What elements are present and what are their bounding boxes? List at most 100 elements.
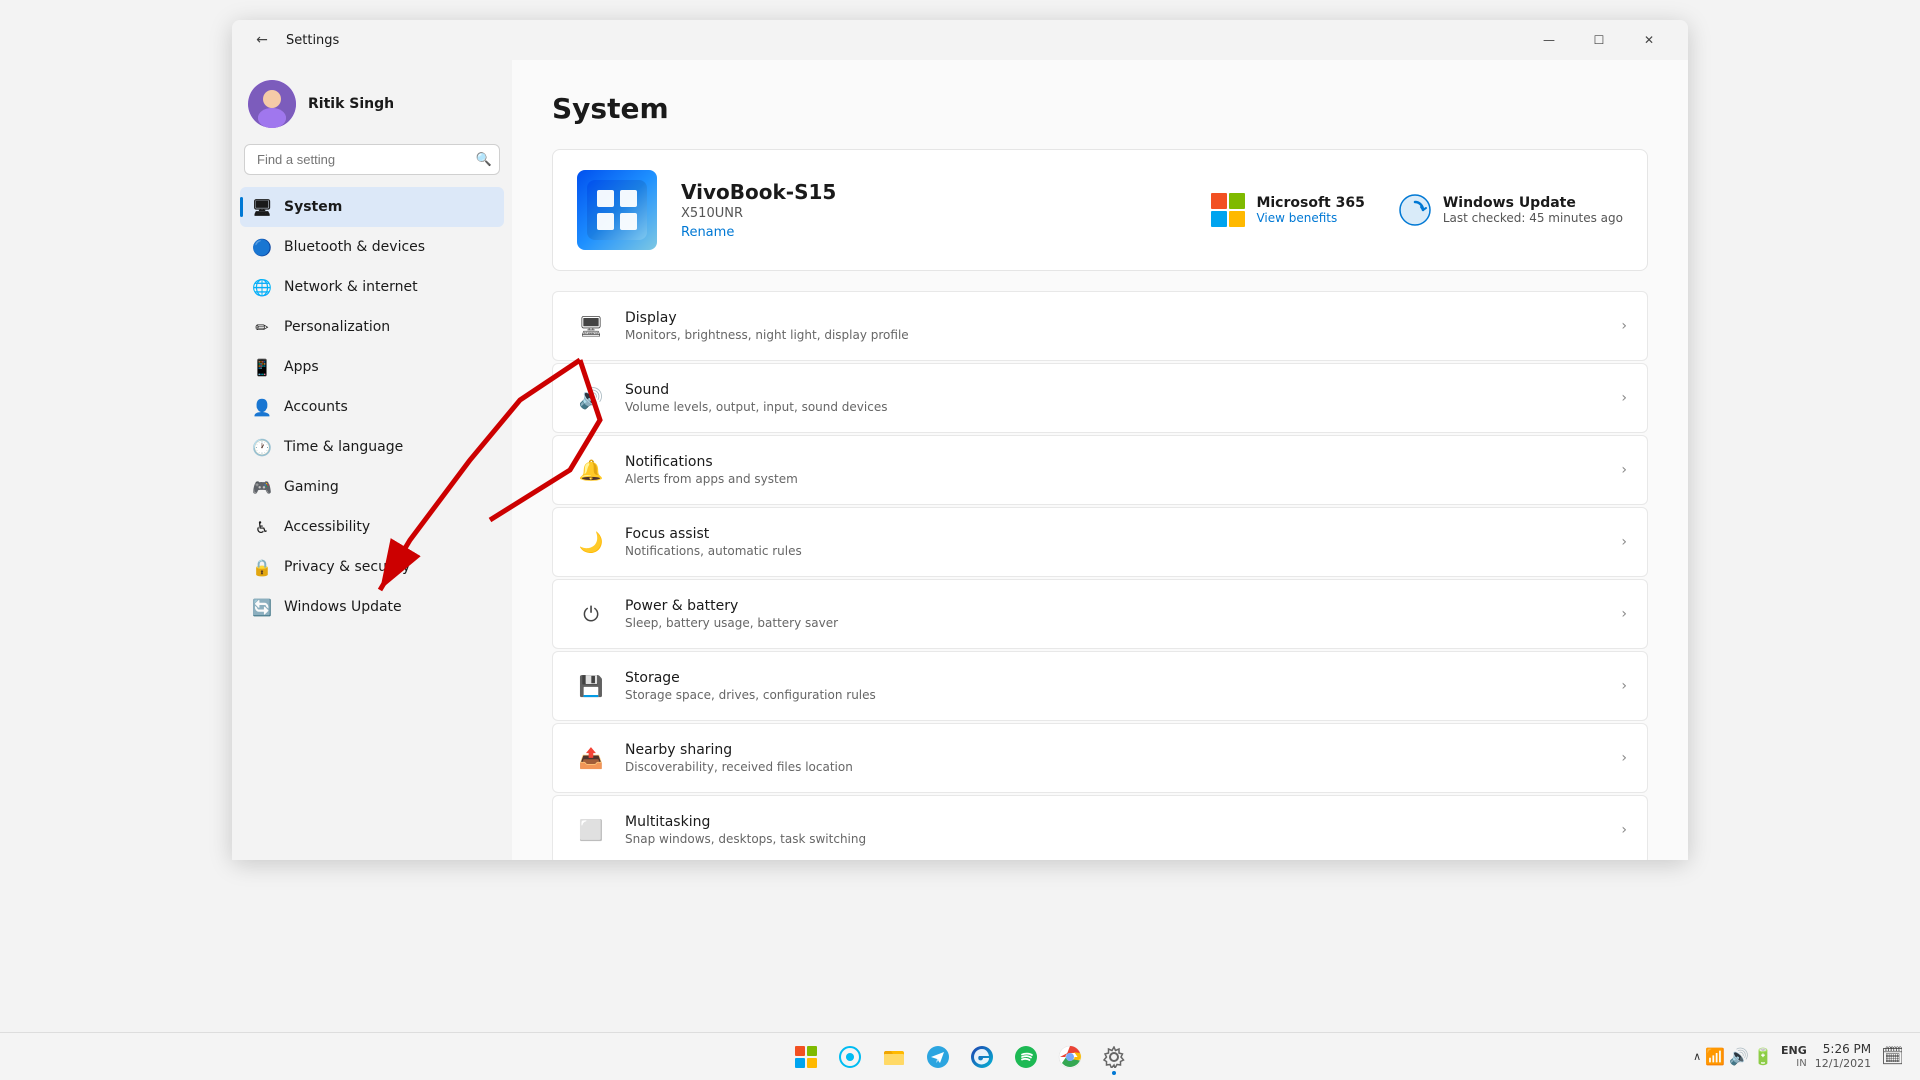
telegram-icon[interactable] [918, 1037, 958, 1077]
power-battery-text: Power & battery Sleep, battery usage, ba… [625, 598, 1605, 630]
device-logo [577, 170, 657, 250]
ms365-label: Microsoft 365 [1256, 195, 1364, 211]
sidebar-item-gaming[interactable]: 🎮 Gaming [240, 467, 504, 507]
language-indicator[interactable]: ENG [1781, 1044, 1807, 1057]
sound-icon: 🔊 [573, 380, 609, 416]
settings-item-focus-assist[interactable]: 🌙 Focus assist Notifications, automatic … [552, 507, 1648, 577]
storage-chevron: › [1621, 678, 1627, 694]
system-tray-icons: ∧ 📶 🔊 🔋 [1693, 1047, 1773, 1066]
title-bar: ← Settings — ☐ ✕ [232, 20, 1688, 60]
settings-item-power-battery[interactable]: ⏻ Power & battery Sleep, battery usage, … [552, 579, 1648, 649]
settings-item-storage[interactable]: 💾 Storage Storage space, drives, configu… [552, 651, 1648, 721]
rename-link[interactable]: Rename [681, 225, 734, 240]
apps-nav-icon: 📱 [252, 357, 272, 377]
start-button[interactable] [786, 1037, 826, 1077]
display-text: Display Monitors, brightness, night ligh… [625, 310, 1605, 342]
device-model: X510UNR [681, 206, 1186, 221]
clock[interactable]: 5:26 PM 12/1/2021 [1815, 1042, 1871, 1072]
storage-title: Storage [625, 670, 1605, 686]
sidebar-item-label-bluetooth: Bluetooth & devices [284, 239, 425, 255]
sidebar-item-personalization[interactable]: ✏ Personalization [240, 307, 504, 347]
window-controls: — ☐ ✕ [1526, 24, 1672, 56]
sidebar-item-windows-update[interactable]: 🔄 Windows Update [240, 587, 504, 627]
display-title: Display [625, 310, 1605, 326]
focus-assist-text: Focus assist Notifications, automatic ru… [625, 526, 1605, 558]
ms365-text: Microsoft 365 View benefits [1256, 195, 1364, 225]
focus-assist-title: Focus assist [625, 526, 1605, 542]
sidebar-item-label-privacy-security: Privacy & security [284, 559, 410, 575]
cortana-icon[interactable] [830, 1037, 870, 1077]
sidebar-item-label-system: System [284, 199, 342, 215]
accounts-nav-icon: 👤 [252, 397, 272, 417]
settings-taskbar-icon[interactable] [1094, 1037, 1134, 1077]
main-panel: System [512, 60, 1688, 860]
quick-links: Microsoft 365 View benefits [1210, 192, 1623, 228]
bluetooth-nav-icon: 🔵 [252, 237, 272, 257]
windows-update-text: Windows Update Last checked: 45 minutes … [1443, 195, 1623, 225]
minimize-button[interactable]: — [1526, 24, 1572, 56]
search-icon: 🔍 [476, 152, 492, 167]
sidebar-item-label-windows-update: Windows Update [284, 599, 402, 615]
settings-item-nearby-sharing[interactable]: 📤 Nearby sharing Discoverability, receiv… [552, 723, 1648, 793]
sidebar-item-apps[interactable]: 📱 Apps [240, 347, 504, 387]
settings-item-multitasking[interactable]: ⬜ Multitasking Snap windows, desktops, t… [552, 795, 1648, 860]
page-title: System [552, 92, 1648, 125]
multitasking-chevron: › [1621, 822, 1627, 838]
system-nav-icon: 🖥 [252, 197, 272, 217]
sidebar-item-network[interactable]: 🌐 Network & internet [240, 267, 504, 307]
maximize-button[interactable]: ☐ [1576, 24, 1622, 56]
nearby-sharing-title: Nearby sharing [625, 742, 1605, 758]
tray-chevron[interactable]: ∧ [1693, 1050, 1701, 1063]
sidebar-item-label-time-language: Time & language [284, 439, 403, 455]
device-card: VivoBook-S15 X510UNR Rename [552, 149, 1648, 271]
notifications-title: Notifications [625, 454, 1605, 470]
battery-icon[interactable]: 🔋 [1753, 1047, 1773, 1066]
settings-item-notifications[interactable]: 🔔 Notifications Alerts from apps and sys… [552, 435, 1648, 505]
sidebar-item-privacy-security[interactable]: 🔒 Privacy & security [240, 547, 504, 587]
ms365-icon [1210, 192, 1246, 228]
multitasking-desc: Snap windows, desktops, task switching [625, 832, 1605, 846]
settings-item-display[interactable]: 🖥 Display Monitors, brightness, night li… [552, 291, 1648, 361]
edge-icon[interactable] [962, 1037, 1002, 1077]
file-explorer-icon[interactable] [874, 1037, 914, 1077]
settings-window: ← Settings — ☐ ✕ [232, 20, 1688, 860]
sound-desc: Volume levels, output, input, sound devi… [625, 400, 1605, 414]
avatar[interactable] [248, 80, 296, 128]
settings-item-sound[interactable]: 🔊 Sound Volume levels, output, input, so… [552, 363, 1648, 433]
sidebar-item-accessibility[interactable]: ♿ Accessibility [240, 507, 504, 547]
sidebar-item-label-gaming: Gaming [284, 479, 339, 495]
spotify-icon[interactable] [1006, 1037, 1046, 1077]
sidebar-item-bluetooth[interactable]: 🔵 Bluetooth & devices [240, 227, 504, 267]
windows-update-nav-icon: 🔄 [252, 597, 272, 617]
back-button[interactable]: ← [248, 26, 276, 54]
volume-icon[interactable]: 🔊 [1729, 1047, 1749, 1066]
date-display: 12/1/2021 [1815, 1057, 1871, 1071]
chrome-icon[interactable] [1050, 1037, 1090, 1077]
user-name: Ritik Singh [308, 96, 394, 112]
app-body: Ritik Singh 🔍 🖥 System 🔵 Bluetooth & dev… [232, 60, 1688, 860]
wifi-icon[interactable]: 📶 [1705, 1047, 1725, 1066]
notification-center[interactable]: 🗓 [1881, 1046, 1904, 1067]
windows-update-quick-link[interactable]: Windows Update Last checked: 45 minutes … [1397, 192, 1623, 228]
ms365-quick-link[interactable]: Microsoft 365 View benefits [1210, 192, 1364, 228]
search-input[interactable] [244, 144, 500, 175]
ms365-sub[interactable]: View benefits [1256, 211, 1364, 225]
close-button[interactable]: ✕ [1626, 24, 1672, 56]
sidebar-item-accounts[interactable]: 👤 Accounts [240, 387, 504, 427]
sidebar-item-system[interactable]: 🖥 System [240, 187, 504, 227]
sidebar-item-label-apps: Apps [284, 359, 319, 375]
nearby-sharing-desc: Discoverability, received files location [625, 760, 1605, 774]
storage-desc: Storage space, drives, configuration rul… [625, 688, 1605, 702]
sidebar-item-time-language[interactable]: 🕐 Time & language [240, 427, 504, 467]
storage-text: Storage Storage space, drives, configura… [625, 670, 1605, 702]
nearby-sharing-text: Nearby sharing Discoverability, received… [625, 742, 1605, 774]
sound-title: Sound [625, 382, 1605, 398]
time-language-nav-icon: 🕐 [252, 437, 272, 457]
power-battery-title: Power & battery [625, 598, 1605, 614]
sound-chevron: › [1621, 390, 1627, 406]
nearby-sharing-chevron: › [1621, 750, 1627, 766]
language-region: IN [1796, 1058, 1806, 1069]
notifications-desc: Alerts from apps and system [625, 472, 1605, 486]
sidebar-item-label-accounts: Accounts [284, 399, 348, 415]
personalization-nav-icon: ✏ [252, 317, 272, 337]
